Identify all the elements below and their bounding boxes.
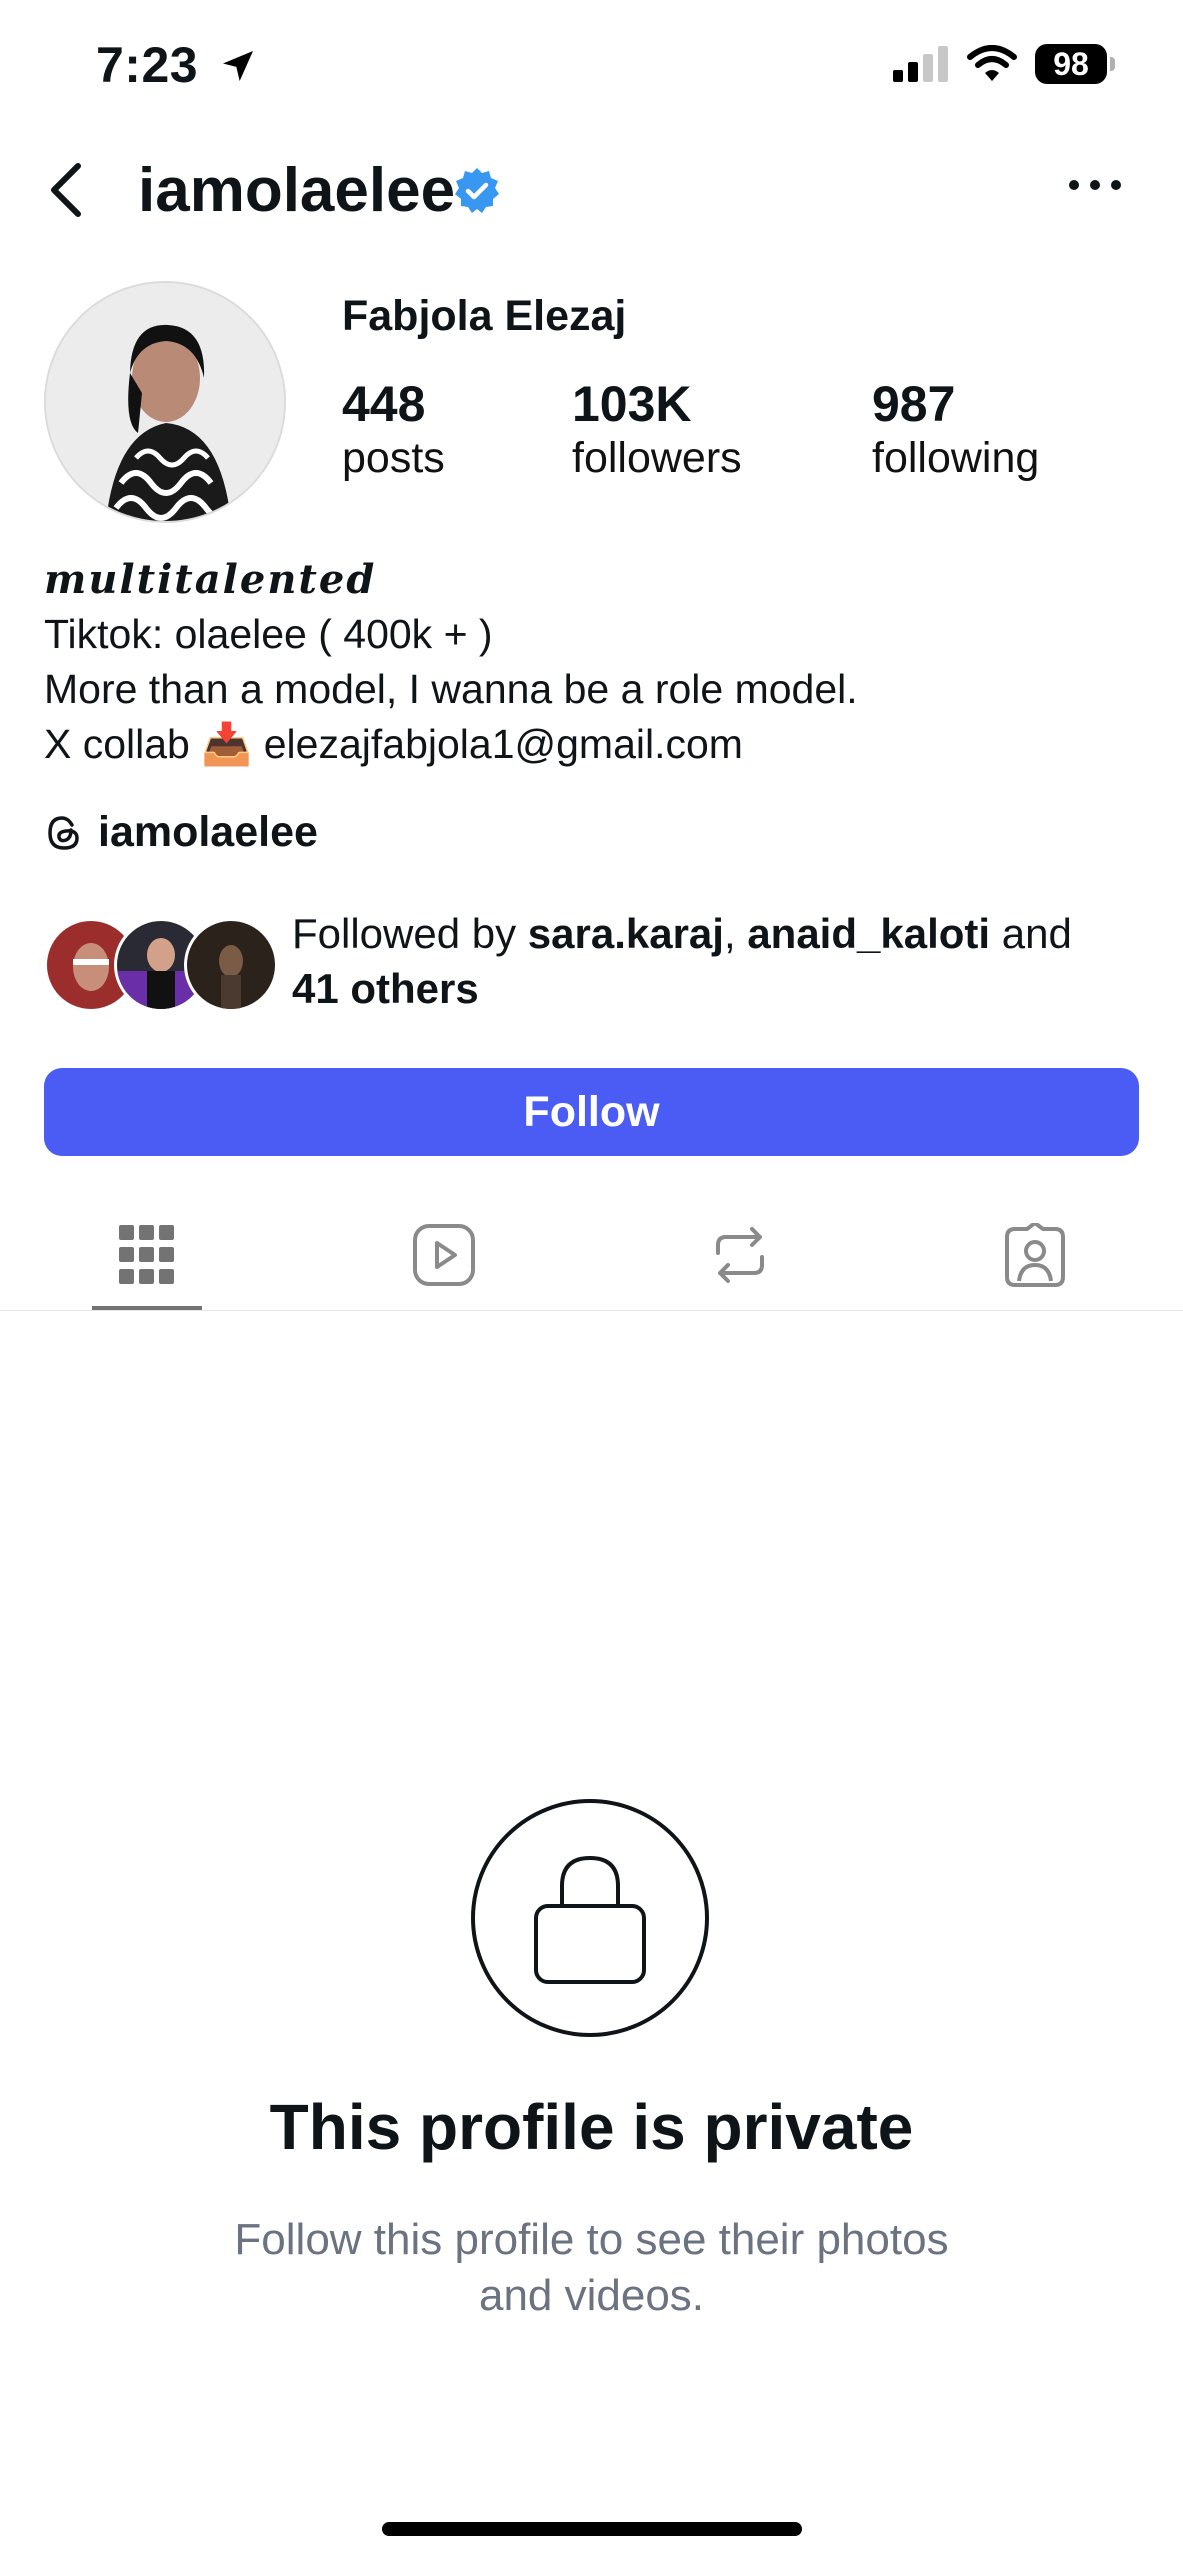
stat-following-value: 987 xyxy=(872,376,956,432)
tab-reels[interactable] xyxy=(389,1200,499,1310)
private-title: This profile is private xyxy=(269,2091,914,2163)
reposts-icon xyxy=(716,1227,764,1283)
private-subtitle: Follow this profile to see their photos … xyxy=(0,2212,1183,2324)
threads-handle: iamolaelee xyxy=(98,808,318,856)
reels-icon xyxy=(413,1224,475,1286)
tab-reposts[interactable] xyxy=(685,1200,795,1310)
lock-icon xyxy=(471,1799,709,2037)
stat-followers[interactable]: 103K followers xyxy=(572,376,742,484)
bio-email[interactable]: elezajfabjola1@gmail.com xyxy=(264,721,743,767)
private-subtitle-line-1: Follow this profile to see their photos xyxy=(234,2215,949,2264)
mutual-others-count: 41 others xyxy=(292,965,479,1012)
stat-following-label: following xyxy=(872,434,1040,482)
battery-indicator: 98 xyxy=(1035,44,1115,84)
full-name: Fabjola Elezaj xyxy=(342,292,627,340)
bio: multitalented Tiktok: olaelee ( 400k + )… xyxy=(44,552,1144,772)
bio-tagline: multitalented xyxy=(44,556,377,603)
threads-link[interactable]: iamolaelee xyxy=(44,808,318,857)
mutual-user-1: sara.karaj xyxy=(527,910,724,957)
wifi-icon xyxy=(967,45,1017,81)
mutual-user-2: anaid_kaloti xyxy=(747,910,991,957)
private-subtitle-line-2: and videos. xyxy=(478,2271,705,2320)
active-tab-indicator xyxy=(92,1306,202,1310)
bio-line-tiktok: Tiktok: olaelee ( 400k + ) xyxy=(44,611,493,657)
tab-grid[interactable] xyxy=(92,1200,202,1310)
header-username: iamolaelee xyxy=(138,156,456,225)
location-arrow-icon xyxy=(223,51,254,81)
stat-posts-value: 448 xyxy=(342,376,426,432)
verified-badge-icon xyxy=(455,168,499,213)
followed-by-text[interactable]: Followed by sara.karaj, anaid_kaloti and… xyxy=(292,906,1152,1016)
grid-icon xyxy=(119,1225,174,1284)
battery-level: 98 xyxy=(1053,45,1089,82)
mutual-avatar xyxy=(184,918,278,1012)
back-chevron-icon[interactable] xyxy=(44,160,92,220)
tagged-icon xyxy=(1005,1223,1065,1287)
stat-following[interactable]: 987 following xyxy=(872,376,1039,484)
stat-posts[interactable]: 448 posts xyxy=(342,376,445,484)
profile-avatar[interactable] xyxy=(44,281,286,523)
bio-collab-label: X collab xyxy=(44,721,190,767)
threads-icon xyxy=(48,815,79,850)
status-time: 7:23 xyxy=(96,36,258,94)
followed-by-separator: , xyxy=(723,910,748,957)
bio-line-model: More than a model, I wanna be a role mod… xyxy=(44,666,858,712)
home-indicator[interactable] xyxy=(382,2522,802,2536)
tab-tagged[interactable] xyxy=(980,1200,1090,1310)
inbox-tray-emoji: 📥 xyxy=(201,721,253,767)
follow-button[interactable]: Follow xyxy=(44,1068,1139,1156)
status-indicators: 98 xyxy=(893,44,1115,84)
more-options-icon[interactable] xyxy=(1067,178,1123,192)
signal-icon xyxy=(893,46,948,82)
bio-line-collab: X collab 📥 elezajfabjola1@gmail.com xyxy=(44,717,1144,772)
profile-photo xyxy=(46,283,284,521)
followed-by-prefix: Followed by xyxy=(292,910,528,957)
stat-followers-value: 103K xyxy=(572,376,692,432)
profile-tabs xyxy=(0,1200,1183,1311)
stat-posts-label: posts xyxy=(342,434,445,482)
time-label: 7:23 xyxy=(96,37,199,93)
followed-by-and: and xyxy=(990,910,1072,957)
mutual-followers-avatars[interactable] xyxy=(44,918,278,1012)
stat-followers-label: followers xyxy=(572,434,742,482)
